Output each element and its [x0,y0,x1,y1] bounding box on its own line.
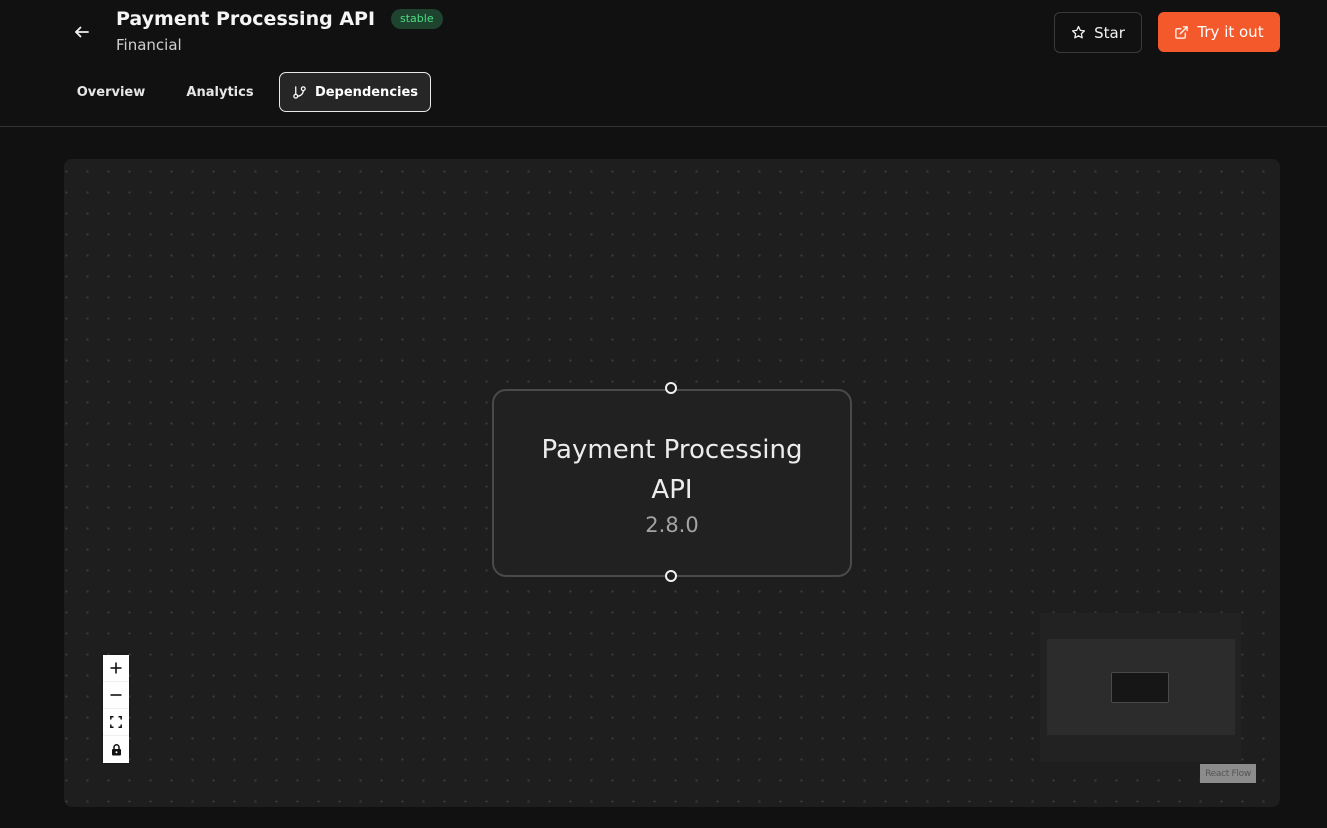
flow-controls [103,655,129,763]
node-source-handle[interactable] [665,570,677,582]
zoom-in-button[interactable] [103,655,129,682]
zoom-in-icon [110,662,122,674]
lock-icon [111,743,121,755]
minimap-node [1111,672,1169,703]
header: Payment Processing API stable Financial … [0,0,1327,127]
tab-overview[interactable]: Overview [68,72,154,112]
star-button-label: Star [1094,23,1125,42]
node-title: Payment Processing API [541,435,803,505]
tab-analytics-label: Analytics [186,84,254,100]
tab-overview-label: Overview [76,84,146,100]
category-label: Financial [116,36,182,54]
tab-dependencies[interactable]: Dependencies [279,72,431,112]
lock-button[interactable] [103,736,129,763]
status-badge: stable [391,9,443,29]
react-flow-attribution[interactable]: React Flow [1200,764,1256,783]
title-row: Payment Processing API stable [116,8,443,30]
external-link-icon [1175,25,1189,39]
star-icon [1072,25,1086,39]
back-button[interactable] [70,20,94,44]
fit-view-button[interactable] [103,709,129,736]
tab-dependencies-label: Dependencies [314,84,419,100]
api-node[interactable]: Payment Processing API 2.8.0 [492,389,852,577]
zoom-out-icon [110,694,122,696]
title-block: Payment Processing API stable Financial [116,8,443,54]
node-version: 2.8.0 [645,513,699,537]
git-branch-icon [293,85,306,99]
minimap[interactable] [1040,613,1241,762]
try-it-out-button[interactable]: Try it out [1158,12,1280,52]
fit-view-icon [110,716,122,728]
page-title: Payment Processing API [116,8,376,30]
dependency-graph-canvas[interactable]: Payment Processing API 2.8.0 React Flow [64,159,1280,807]
tab-analytics[interactable]: Analytics [178,72,262,112]
node-target-handle[interactable] [665,382,677,394]
arrow-left-icon [75,26,89,38]
star-button[interactable]: Star [1054,12,1142,53]
try-it-out-label: Try it out [1197,23,1264,41]
zoom-out-button[interactable] [103,682,129,709]
